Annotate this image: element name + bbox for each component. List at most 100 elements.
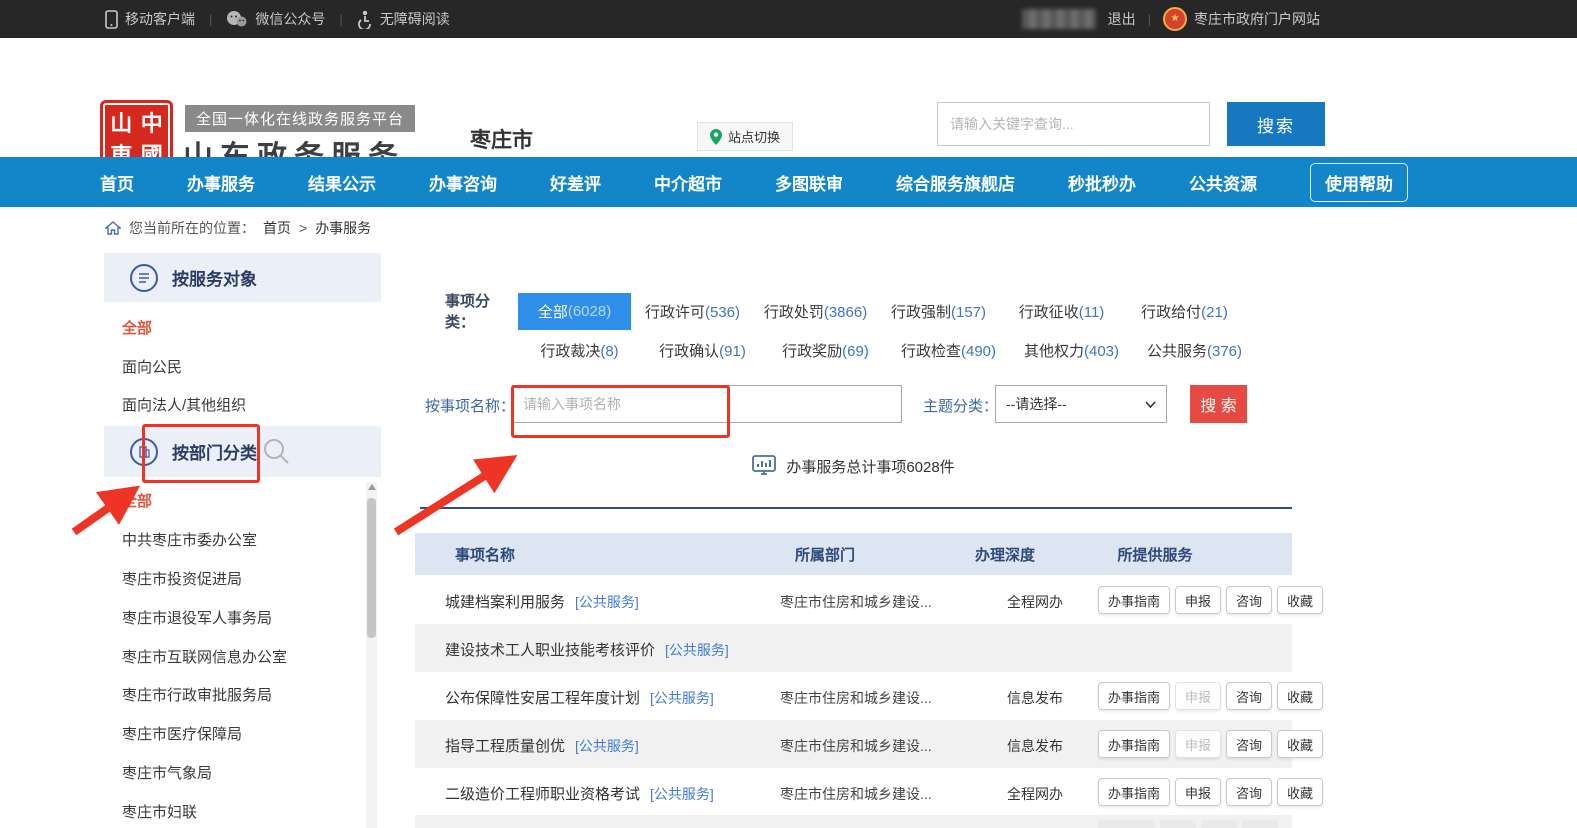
guide-button[interactable]: 办事指南: [1098, 682, 1170, 710]
mobile-client-link[interactable]: 移动客户端: [105, 9, 195, 29]
guide-button[interactable]: 办事指南: [1098, 586, 1170, 614]
category-item[interactable]: 行政确认(91): [641, 340, 764, 361]
sidebar-scrollbar[interactable]: [366, 482, 377, 828]
accessibility-icon: [357, 10, 373, 29]
nav-item-agency-market[interactable]: 中介超市: [654, 170, 722, 195]
scroll-up-icon[interactable]: [368, 484, 376, 490]
category-item[interactable]: 行政裁决(8): [518, 340, 641, 361]
header-search-button[interactable]: 搜索: [1227, 102, 1325, 146]
department-item[interactable]: 枣庄市气象局: [122, 762, 212, 783]
department-item[interactable]: 枣庄市互联网信息办公室: [122, 646, 287, 667]
category-item[interactable]: 行政征收(11): [1000, 301, 1123, 322]
sidebar-section-by-target[interactable]: 按服务对象: [104, 253, 381, 302]
item-search-button[interactable]: 搜 索: [1190, 385, 1247, 423]
category-item[interactable]: 行政给付(21): [1123, 301, 1246, 322]
department-item[interactable]: 枣庄市妇联: [122, 801, 197, 822]
item-name-link[interactable]: 城建档案利用服务: [445, 594, 565, 611]
favorite-button[interactable]: 收藏: [1277, 682, 1323, 710]
category-item[interactable]: 行政检查(490): [887, 340, 1010, 361]
consult-button[interactable]: 咨询: [1226, 586, 1272, 614]
item-name-cell: 公布保障性安居工程年度计划 [公共服务]: [445, 687, 714, 708]
button-shell: [1201, 820, 1237, 828]
item-name-link[interactable]: 二级造价工程师职业资格考试: [445, 786, 640, 803]
department-item[interactable]: 枣庄市医疗保障局: [122, 723, 242, 744]
consult-button[interactable]: 咨询: [1226, 730, 1272, 758]
department-item-all[interactable]: 全部: [122, 490, 152, 511]
category-item[interactable]: 行政许可(536): [631, 301, 754, 322]
category-filter-row1: 事项分类： 全部(6028) 行政许可(536) 行政处罚(3866) 行政强制…: [415, 290, 1246, 332]
national-emblem-icon: ★: [1163, 7, 1187, 31]
breadcrumb-home[interactable]: 首页: [263, 218, 291, 238]
category-item[interactable]: 其他权力(403): [1010, 340, 1133, 361]
city-name: 枣庄市: [470, 124, 533, 154]
nav-item-rating[interactable]: 好差评: [550, 170, 601, 195]
table-header: 事项名称 所属部门 办理深度 所提供服务: [415, 533, 1292, 575]
accessibility-label: 无障碍阅读: [380, 9, 450, 29]
consult-button[interactable]: 咨询: [1226, 682, 1272, 710]
main-nav: 首页 办事服务 结果公示 办事咨询 好差评 中介超市 多图联审 综合服务旗舰店 …: [0, 157, 1577, 207]
sidebar: 按服务对象 全部 面向公民 面向法人/其他组织 按部门分类 全部 中共枣庄市委办…: [104, 253, 381, 828]
public-service-tag[interactable]: [公共服务]: [575, 594, 639, 610]
keyword-search-input[interactable]: [937, 102, 1210, 146]
topic-select[interactable]: --请选择--: [995, 385, 1167, 423]
category-item[interactable]: 行政强制(157): [877, 301, 1000, 322]
logout-link[interactable]: 退出: [1108, 9, 1136, 29]
target-item-citizen[interactable]: 面向公民: [122, 356, 182, 377]
public-service-tag[interactable]: [公共服务]: [650, 786, 714, 802]
item-name-link[interactable]: 建设技术工人职业技能考核评价: [445, 642, 655, 659]
apply-button[interactable]: 申报: [1175, 778, 1221, 806]
item-name-input[interactable]: [512, 385, 902, 423]
target-item-legal-person[interactable]: 面向法人/其他组织: [122, 394, 246, 415]
category-count: (21): [1201, 304, 1228, 321]
category-count: (69): [842, 343, 869, 360]
accessibility-link[interactable]: 无障碍阅读: [357, 9, 450, 29]
category-count: (8): [600, 343, 618, 360]
topbar-right: 退出 | ★ 枣庄市政府门户网站: [1022, 0, 1320, 38]
favorite-button[interactable]: 收藏: [1277, 730, 1323, 758]
category-item[interactable]: 公共服务(376): [1133, 340, 1256, 361]
department-item[interactable]: 枣庄市投资促进局: [122, 568, 242, 589]
gov-portal-link[interactable]: ★ 枣庄市政府门户网站: [1163, 7, 1320, 31]
target-item-all[interactable]: 全部: [122, 317, 152, 338]
category-filter-row2: 行政裁决(8) 行政确认(91) 行政奖励(69) 行政检查(490) 其他权力…: [415, 340, 1256, 361]
nav-item-help[interactable]: 使用帮助: [1310, 163, 1408, 202]
nav-item-multi-review[interactable]: 多图联审: [775, 170, 843, 195]
item-name-link[interactable]: 公布保障性安居工程年度计划: [445, 690, 640, 707]
item-name-link[interactable]: 指导工程质量创优: [445, 738, 565, 755]
department-search-icon[interactable]: [262, 437, 290, 465]
department-item[interactable]: 枣庄市退役军人事务局: [122, 607, 272, 628]
favorite-button[interactable]: 收藏: [1277, 586, 1323, 614]
category-all-selected[interactable]: 全部(6028): [518, 293, 631, 330]
guide-button[interactable]: 办事指南: [1098, 778, 1170, 806]
nav-item-instant-approval[interactable]: 秒批秒办: [1068, 170, 1136, 195]
public-service-tag[interactable]: [公共服务]: [665, 642, 729, 658]
department-item[interactable]: 中共枣庄市委办公室: [122, 529, 257, 550]
nav-item-consult[interactable]: 办事咨询: [429, 170, 497, 195]
public-service-tag[interactable]: [公共服务]: [575, 738, 639, 754]
topbar-left: 移动客户端 | 微信公众号 | 无障碍阅读: [105, 9, 450, 29]
nav-item-flagship-store[interactable]: 综合服务旗舰店: [896, 170, 1015, 195]
mobile-client-label: 移动客户端: [125, 9, 195, 29]
consult-button[interactable]: 咨询: [1226, 778, 1272, 806]
favorite-button[interactable]: 收藏: [1277, 778, 1323, 806]
sidebar-section-by-department[interactable]: 按部门分类: [104, 426, 381, 477]
button-shell: [1160, 820, 1196, 828]
nav-item-services[interactable]: 办事服务: [187, 170, 255, 195]
category-item[interactable]: 行政奖励(69): [764, 340, 887, 361]
table-row-partial: [415, 815, 1292, 828]
nav-item-public-resources[interactable]: 公共资源: [1189, 170, 1257, 195]
wechat-link[interactable]: 微信公众号: [226, 9, 325, 29]
category-item[interactable]: 行政处罚(3866): [754, 301, 877, 322]
apply-button[interactable]: 申报: [1175, 586, 1221, 614]
guide-button[interactable]: 办事指南: [1098, 730, 1170, 758]
item-name-cell: 城建档案利用服务 [公共服务]: [445, 591, 639, 612]
category-count: (490): [961, 343, 996, 360]
nav-item-home[interactable]: 首页: [100, 170, 134, 195]
public-service-tag[interactable]: [公共服务]: [650, 690, 714, 706]
breadcrumb: 您当前所在的位置： 首页 > 办事服务: [105, 218, 371, 238]
site-switch-button[interactable]: 站点切换: [697, 122, 793, 151]
topbar-separator: |: [339, 12, 342, 27]
scrollbar-thumb[interactable]: [367, 498, 376, 638]
department-item[interactable]: 枣庄市行政审批服务局: [122, 684, 272, 705]
nav-item-results[interactable]: 结果公示: [308, 170, 376, 195]
